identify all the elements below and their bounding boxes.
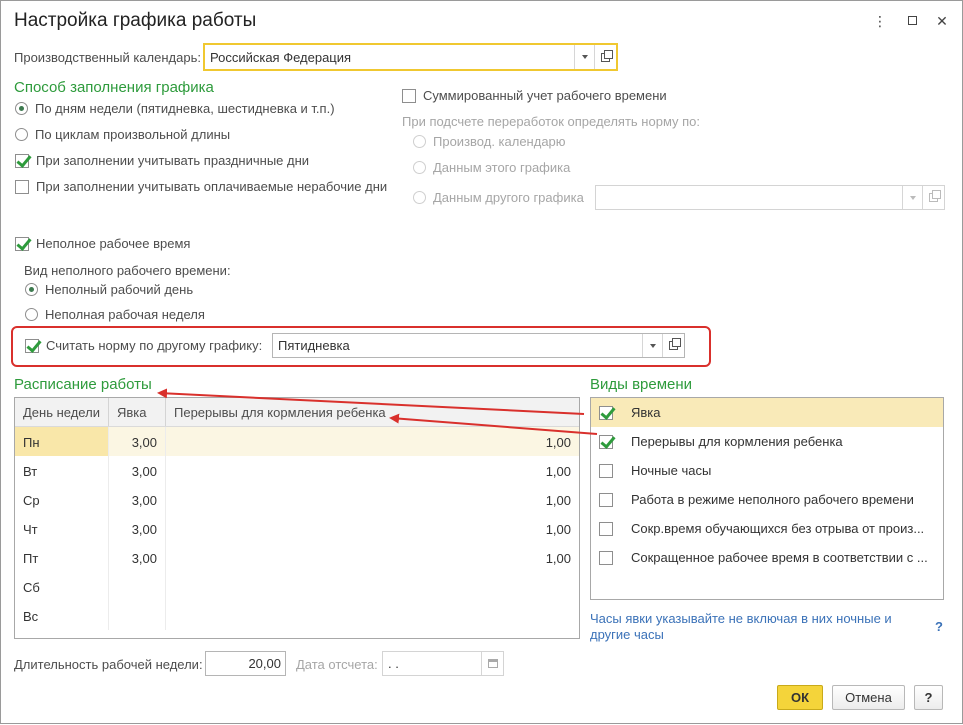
ok-button[interactable]: ОК xyxy=(777,685,823,710)
help-button[interactable]: ? xyxy=(914,685,943,710)
arrow-to-breaks-column xyxy=(389,413,598,435)
week-length-label: Длительность рабочей недели: xyxy=(14,657,203,672)
arrow-to-schedule-heading xyxy=(157,388,585,415)
week-length-value[interactable]: 20,00 xyxy=(206,656,285,671)
calendar-icon xyxy=(481,652,503,675)
cancel-button[interactable]: Отмена xyxy=(832,685,905,710)
ref-date-value: . . xyxy=(388,656,399,671)
ref-date-label: Дата отсчета: xyxy=(296,657,378,672)
ref-date-input: . . xyxy=(382,651,504,676)
week-length-input[interactable]: 20,00 xyxy=(205,651,286,676)
settings-dialog: Настройка графика работы ⋮ ✕ Производств… xyxy=(0,0,963,724)
annotation-arrows xyxy=(157,388,598,435)
